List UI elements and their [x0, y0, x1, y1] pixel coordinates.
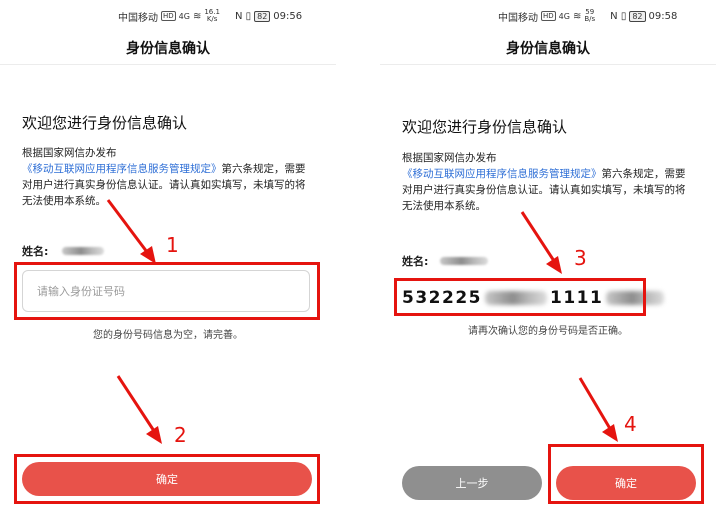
- screen-step-empty: 中国移动 HD 4G ≋ 16.1 K/s N ▯ 82 09:56 身份信息确认…: [0, 0, 336, 525]
- arrow-icon-4: [578, 377, 618, 442]
- arrow-icon-2: [116, 375, 162, 444]
- screen-step-confirm: 中国移动 HD 4G ≋ 59 B/s N ▯ 82 09:58 身份信息确认 欢…: [380, 0, 716, 525]
